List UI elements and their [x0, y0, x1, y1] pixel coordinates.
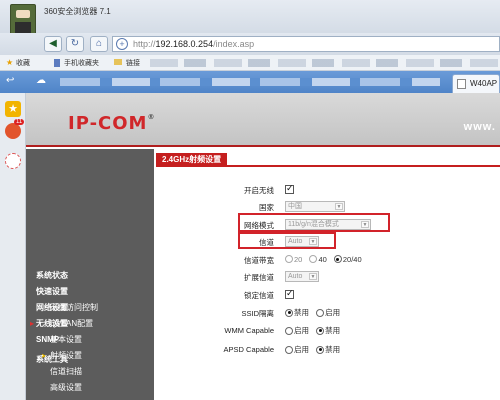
- bandwidth-label: 信道带宽: [244, 256, 274, 265]
- bookmarks-star-icon: ★: [6, 58, 14, 67]
- menu-advanced-settings[interactable]: 高级设置: [26, 380, 154, 396]
- highlight-box-network-mode: [238, 213, 390, 232]
- rf-settings-panel: 2.4GHz射频设置 开启无线 国家 中国▼ 网络模式 11b/g/n混合模式▼…: [154, 149, 500, 400]
- url-prefix: http://: [133, 39, 156, 49]
- folder-icon: [114, 59, 122, 65]
- notification-badge: 11: [14, 119, 25, 125]
- bandwidth-20-radio[interactable]: [285, 255, 293, 264]
- url-path: /index.asp: [213, 39, 255, 49]
- browser-logo-icon: [10, 4, 36, 36]
- option-label: 禁用: [325, 326, 341, 335]
- enable-wireless-label: 开启无线: [244, 186, 274, 195]
- option-label: 启用: [325, 308, 341, 317]
- option-label: 启用: [294, 326, 309, 335]
- apsd-control: 启用 禁用: [285, 344, 345, 355]
- apsd-disable-radio[interactable]: [316, 345, 325, 354]
- wmm-label: WMM Capable: [224, 326, 274, 335]
- enable-wireless-checkbox[interactable]: [285, 183, 294, 194]
- bookmark-mobile-favorites[interactable]: 手机收藏夹: [64, 58, 99, 68]
- refresh-button[interactable]: ↻: [66, 36, 84, 52]
- blurred-tabs: [60, 78, 440, 86]
- country-select[interactable]: 中国 ▼: [285, 201, 345, 212]
- menu-system-tools[interactable]: 系统工具: [26, 352, 154, 368]
- security-shield-icon: +: [116, 38, 128, 50]
- option-label: 40: [318, 254, 327, 264]
- apsd-label: APSD Capable: [223, 345, 274, 354]
- url-text[interactable]: http://192.168.0.254/index.asp: [133, 39, 254, 49]
- router-banner: IP-COM® www.: [26, 93, 500, 147]
- tab-label: W40AP: [470, 79, 498, 88]
- cloud-icon[interactable]: ☁: [36, 75, 46, 86]
- favorites-star-icon[interactable]: ★: [5, 101, 21, 117]
- bandwidth-20-40-radio[interactable]: [333, 255, 342, 264]
- page-icon: [457, 79, 466, 89]
- section-title: 2.4GHz射频设置: [156, 153, 228, 167]
- apsd-enable-radio[interactable]: [285, 345, 293, 354]
- back-arrow-icon: ◀: [49, 38, 57, 49]
- section-header: 2.4GHz射频设置: [156, 153, 500, 167]
- menu-quick-setup[interactable]: 快速设置: [26, 284, 154, 300]
- country-control: 中国 ▼: [285, 201, 345, 212]
- bandwidth-40-radio[interactable]: [309, 255, 318, 264]
- highlight-box-channel: [238, 232, 336, 249]
- option-label: 20/40: [342, 254, 362, 264]
- ext-channel-select[interactable]: Auto ▼: [285, 271, 319, 282]
- browser-sidebar: ★ 11: [0, 93, 26, 400]
- lock-channel-label: 锁定信道: [244, 291, 274, 300]
- bookmark-links[interactable]: 链接: [126, 58, 140, 68]
- option-label: 20: [294, 254, 303, 264]
- ext-channel-control: Auto ▼: [285, 271, 319, 282]
- blurred-bookmarks: [150, 59, 500, 67]
- wmm-enable-radio[interactable]: [285, 326, 293, 335]
- bookmarks-menu[interactable]: 收藏: [16, 58, 30, 68]
- back-button[interactable]: ◀: [44, 36, 62, 52]
- ssid-isolation-enable-radio[interactable]: [316, 308, 325, 317]
- country-label: 国家: [259, 203, 274, 212]
- option-label: 禁用: [294, 308, 309, 317]
- chevron-down-icon: ▼: [335, 203, 343, 210]
- app-icon[interactable]: [5, 153, 21, 169]
- browser-navbar: ◀ ↻ ⌂ + http://192.168.0.254/index.asp: [0, 33, 500, 55]
- menu-wireless-access-control[interactable]: 无线访问控制: [26, 300, 154, 316]
- mobile-icon: [54, 59, 60, 67]
- bandwidth-control: 20 40 20/40: [285, 254, 367, 264]
- url-host: 192.168.0.254: [155, 39, 214, 49]
- tab-restore-icon[interactable]: ↩: [6, 75, 14, 86]
- address-bar[interactable]: + http://192.168.0.254/index.asp: [112, 36, 500, 52]
- lock-channel-checkbox[interactable]: [285, 288, 294, 299]
- enable-wireless-control: [285, 183, 294, 194]
- menu-qvlan[interactable]: QVLAN配置: [26, 316, 154, 332]
- option-label: 禁用: [325, 345, 341, 354]
- refresh-icon: ↻: [70, 38, 80, 49]
- wmm-disable-radio[interactable]: [316, 326, 325, 335]
- chevron-down-icon: ▼: [309, 273, 317, 280]
- bookmark-bar: ★ 收藏 手机收藏夹 链接: [0, 55, 500, 71]
- ssid-isolation-control: 禁用 启用: [285, 307, 345, 318]
- home-icon: ⌂: [95, 38, 103, 49]
- router-admin-page: IP-COM® www. 系统状态 快速设置 网络设置 ▸ 无线设置 基本设置 ▸…: [26, 93, 500, 400]
- tab-bar: ↩ ☁ W40AP: [0, 71, 500, 93]
- wmm-control: 启用 禁用: [285, 325, 345, 336]
- browser-titlebar: 360安全浏览器 7.1: [0, 0, 500, 36]
- browser-title: 360安全浏览器 7.1: [44, 7, 111, 16]
- lock-channel-control: [285, 288, 294, 299]
- ext-channel-label: 扩展信道: [244, 273, 274, 282]
- home-button[interactable]: ⌂: [90, 36, 108, 52]
- weibo-icon[interactable]: [5, 123, 21, 139]
- website-text: www.: [463, 121, 496, 133]
- menu-snmp[interactable]: SNMP: [26, 332, 154, 348]
- ssid-isolation-label: SSID隔离: [241, 309, 274, 318]
- ssid-isolation-disable-radio[interactable]: [285, 308, 293, 317]
- tab-w40ap[interactable]: W40AP: [452, 74, 500, 93]
- option-label: 启用: [294, 345, 309, 354]
- ip-com-logo: IP-COM®: [68, 113, 156, 134]
- menu-system-status[interactable]: 系统状态: [26, 268, 154, 284]
